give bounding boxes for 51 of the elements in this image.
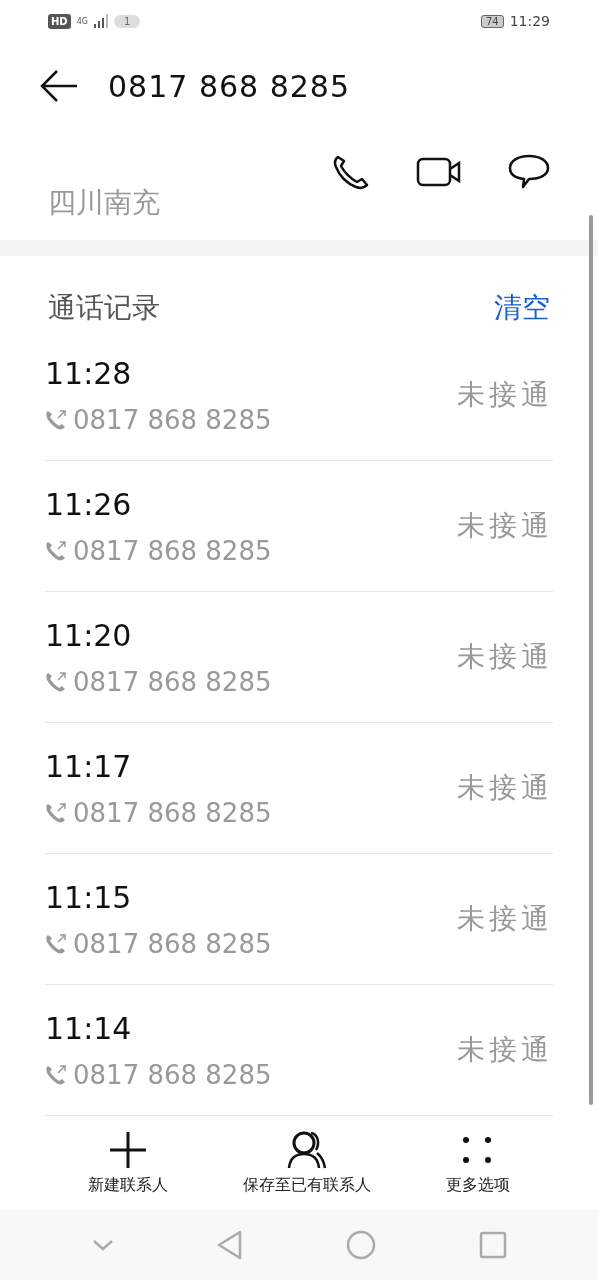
section-title: 通话记录 (48, 290, 160, 326)
action-button[interactable]: 保存至已有联系人 (243, 1130, 371, 1196)
location-label: 四川南充 (48, 185, 161, 221)
outgoing-call-icon (45, 801, 67, 824)
call-time: 11:15 (45, 879, 133, 915)
call-status: 未接通 (457, 1032, 553, 1068)
outgoing-call-icon (45, 408, 67, 431)
call-status: 未接通 (457, 639, 553, 675)
signal-icon (93, 14, 108, 28)
call-number: 0817 868 8285 (73, 797, 272, 828)
message-button[interactable] (508, 154, 550, 190)
phone-icon (332, 153, 370, 191)
circle-home-icon (345, 1230, 376, 1260)
plus-icon (108, 1130, 147, 1169)
call-button[interactable] (332, 153, 370, 191)
outgoing-call-icon (45, 1063, 67, 1086)
triangle-back-icon (216, 1230, 243, 1260)
chevron-down-icon (91, 1239, 114, 1251)
contact-icon (287, 1130, 327, 1169)
hd-badge: HD (48, 13, 71, 29)
outgoing-call-icon (45, 539, 67, 562)
video-camera-icon (416, 156, 462, 188)
call-status: 未接通 (457, 901, 553, 937)
action-button[interactable]: 新建联系人 (87, 1130, 168, 1196)
network-label: 4G (76, 16, 88, 26)
call-status: 未接通 (457, 508, 553, 544)
outgoing-call-icon (45, 670, 67, 693)
call-status: 未接通 (457, 377, 553, 413)
call-time: 11:20 (45, 617, 133, 653)
call-number: 0817 868 8285 (73, 404, 272, 435)
battery-indicator: 74 (480, 14, 504, 28)
call-number: 0817 868 8285 (73, 535, 272, 566)
call-number: 0817 868 8285 (73, 1059, 272, 1090)
call-time: 11:17 (45, 748, 133, 784)
back-button[interactable] (40, 69, 78, 103)
page-title: 0817 868 8285 (108, 68, 351, 104)
call-time: 11:26 (45, 486, 133, 522)
call-number: 0817 868 8285 (73, 928, 272, 959)
call-status: 未接通 (457, 770, 553, 806)
call-number: 0817 868 8285 (73, 666, 272, 697)
sim-badge: 1 (113, 14, 141, 28)
square-recents-icon (478, 1231, 507, 1259)
back-icon (40, 69, 78, 103)
call-time: 11:14 (45, 1010, 133, 1046)
video-call-button[interactable] (416, 156, 462, 188)
chat-bubble-icon (508, 154, 550, 190)
clock: 11:29 (509, 13, 550, 29)
action-button[interactable]: 更多选项 (446, 1130, 511, 1196)
outgoing-call-icon (45, 932, 67, 955)
call-time: 11:28 (45, 355, 133, 391)
clear-link[interactable]: 清空 (494, 289, 550, 327)
